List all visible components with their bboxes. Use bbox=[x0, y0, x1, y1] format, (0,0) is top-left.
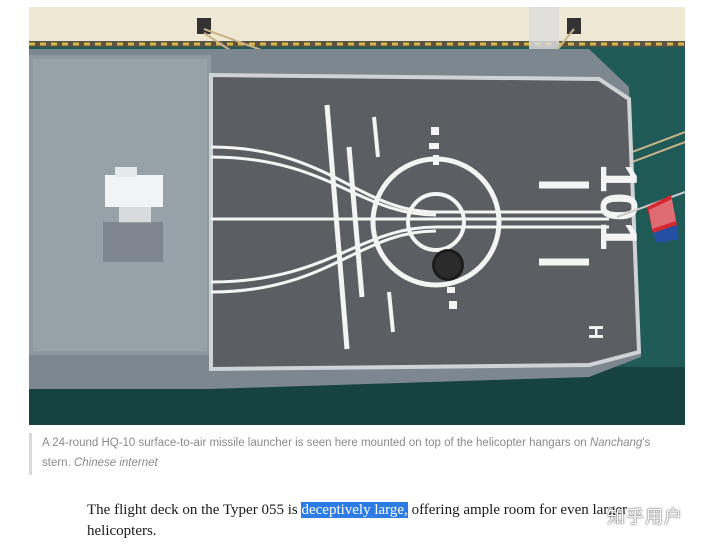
caption-text: A 24-round HQ-10 surface-to-air missile … bbox=[42, 437, 590, 449]
selected-text[interactable]: deceptively large, bbox=[301, 502, 408, 518]
photo-credit: Chinese internet bbox=[73, 457, 158, 469]
zhihu-watermark: 知乎用户 bbox=[607, 507, 683, 528]
hull-number-text: 101 bbox=[589, 164, 647, 251]
ship-flight-deck-photo: 101 H bbox=[29, 7, 685, 425]
photo-caption: A 24-round HQ-10 surface-to-air missile … bbox=[29, 433, 679, 475]
article-page: 101 H A 24-round HQ-10 surface-to-air mi… bbox=[0, 0, 720, 545]
article-paragraph[interactable]: The flight deck on the Typer 055 is dece… bbox=[87, 500, 647, 542]
deck-letter-text: H bbox=[584, 325, 606, 339]
ship-name: Nanchang bbox=[589, 437, 643, 449]
paragraph-text-start: The flight deck on the Typer 055 is bbox=[87, 502, 302, 518]
